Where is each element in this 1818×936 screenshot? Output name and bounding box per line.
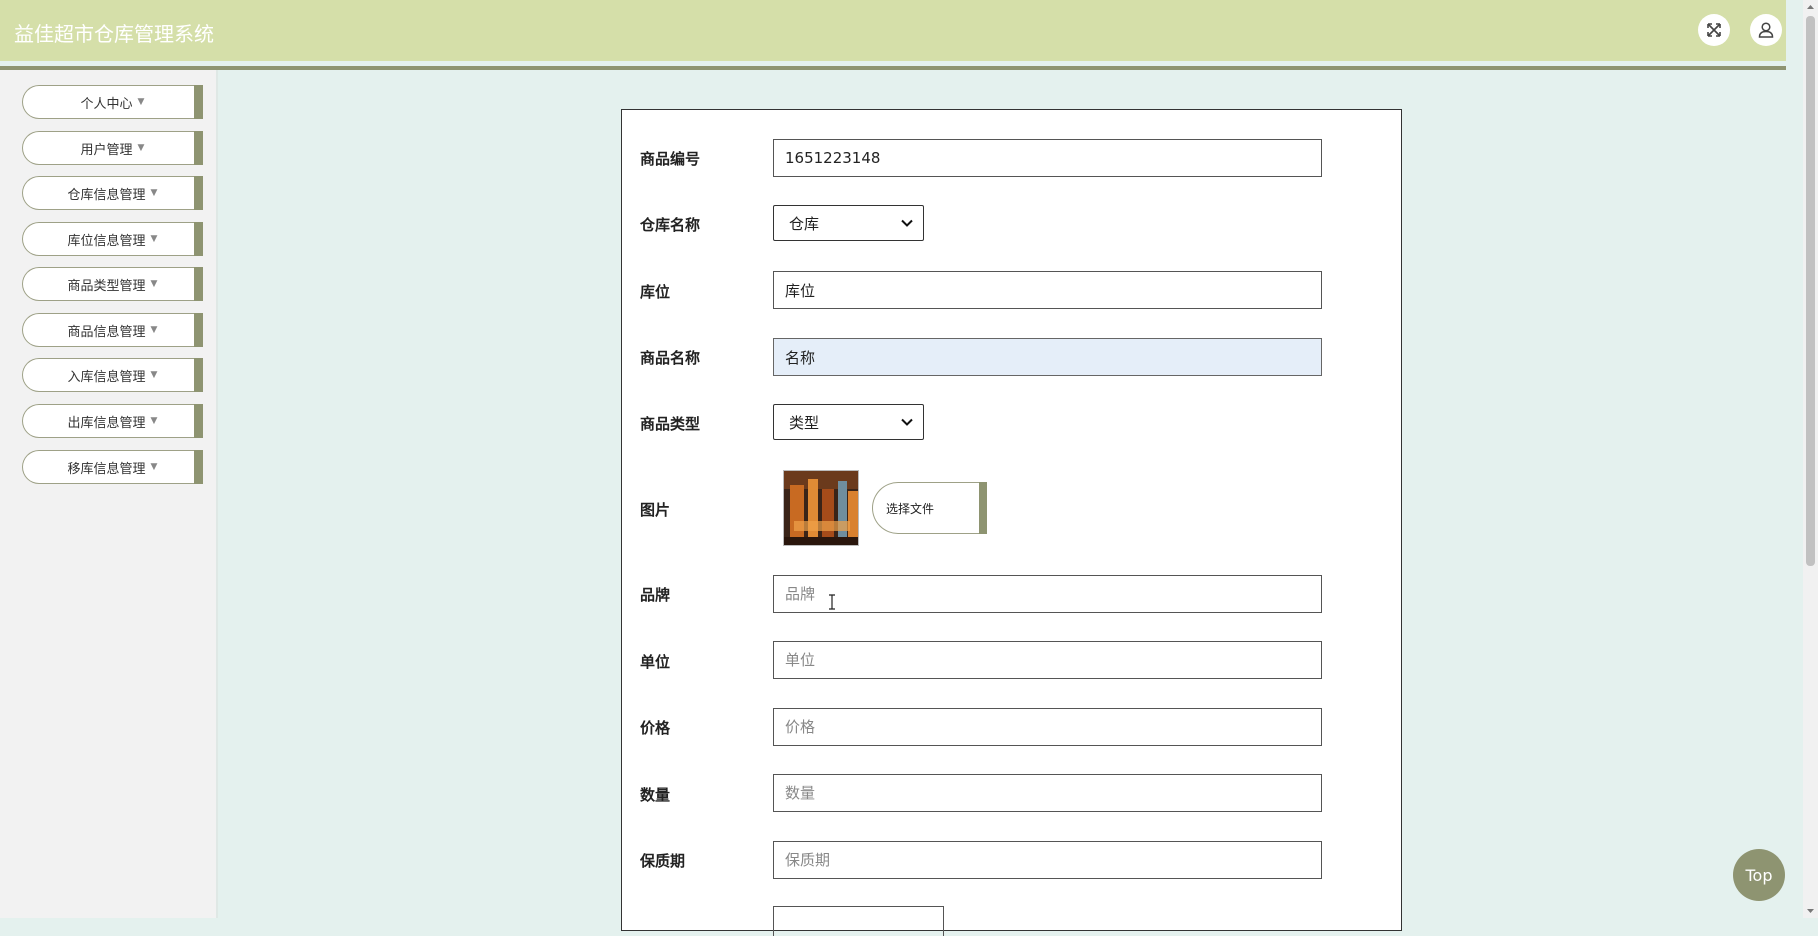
user-menu-button[interactable] (1750, 14, 1782, 46)
sidebar-item-stock-out[interactable]: 出库信息管理 ▼ (22, 404, 203, 438)
sidebar-item-label: 商品类型管理 (67, 278, 146, 294)
sidebar-item-user-management[interactable]: 用户管理 ▼ (22, 131, 203, 165)
sidebar-item-location-info[interactable]: 库位信息管理 ▼ (22, 222, 203, 256)
product-photo (784, 471, 858, 545)
chevron-down-icon: ▼ (150, 462, 158, 472)
product-image-thumbnail (783, 470, 859, 546)
brand-input[interactable] (773, 575, 1322, 613)
scroll-down-arrow-icon[interactable] (1803, 904, 1818, 918)
chevron-down-icon: ▼ (150, 188, 158, 198)
shelf-life-input[interactable] (773, 841, 1322, 879)
product-code-label: 商品编号 (640, 150, 701, 168)
sidebar-item-label: 商品信息管理 (67, 324, 146, 340)
user-icon (1758, 22, 1774, 38)
sidebar-item-stock-in[interactable]: 入库信息管理 ▼ (22, 358, 203, 392)
product-type-select-value: 类型 (789, 413, 820, 432)
quantity-label: 数量 (640, 786, 671, 804)
sidebar-item-label: 入库信息管理 (67, 369, 146, 385)
chevron-down-icon: ▼ (150, 279, 158, 289)
unit-input[interactable] (773, 641, 1322, 679)
location-label: 库位 (640, 283, 671, 301)
brand-label: 品牌 (640, 586, 671, 604)
sidebar-item-label: 用户管理 (80, 142, 133, 158)
chevron-down-icon (901, 219, 913, 227)
chevron-down-icon: ▼ (150, 234, 158, 244)
chevron-down-icon: ▼ (150, 370, 158, 380)
image-label: 图片 (640, 501, 671, 519)
product-name-input[interactable] (773, 338, 1322, 376)
chevron-down-icon (901, 418, 913, 426)
unit-label: 单位 (640, 653, 671, 671)
price-label: 价格 (640, 719, 671, 737)
choose-file-button[interactable]: 选择文件 (872, 482, 987, 534)
scroll-up-arrow-icon[interactable] (1803, 0, 1818, 14)
expand-icon (1707, 23, 1721, 37)
product-type-select[interactable]: 类型 (773, 404, 924, 440)
product-form: 商品编号 仓库名称 仓库 库位 商品名称 商品类型 类型 图片 (621, 109, 1402, 936)
warehouse-label: 仓库名称 (640, 216, 701, 234)
chevron-down-icon: ▼ (137, 97, 145, 107)
top-header: 益佳超市仓库管理系统 (0, 0, 1786, 61)
sidebar-item-stock-transfer[interactable]: 移库信息管理 ▼ (22, 450, 203, 484)
app-title: 益佳超市仓库管理系统 (14, 22, 214, 46)
chevron-down-icon: ▼ (137, 143, 145, 153)
fullscreen-button[interactable] (1698, 14, 1730, 46)
quantity-input[interactable] (773, 774, 1322, 812)
back-to-top-label: Top (1745, 865, 1773, 885)
sidebar-item-label: 出库信息管理 (67, 415, 146, 431)
product-type-label: 商品类型 (640, 415, 701, 433)
choose-file-label: 选择文件 (886, 501, 935, 516)
sidebar-item-label: 库位信息管理 (67, 233, 146, 249)
price-input[interactable] (773, 708, 1322, 746)
product-code-input[interactable] (773, 139, 1322, 177)
back-to-top-button[interactable]: Top (1733, 849, 1785, 901)
warehouse-select-value: 仓库 (789, 214, 820, 233)
sidebar: 个人中心 ▼ 用户管理 ▼ 仓库信息管理 ▼ 库位信息管理 ▼ 商品类型管理 ▼… (0, 70, 218, 918)
warehouse-select[interactable]: 仓库 (773, 205, 924, 241)
location-input[interactable] (773, 271, 1322, 309)
chevron-down-icon: ▼ (150, 325, 158, 335)
sidebar-item-warehouse-info[interactable]: 仓库信息管理 ▼ (22, 176, 203, 210)
sidebar-item-product-info[interactable]: 商品信息管理 ▼ (22, 313, 203, 347)
page-scrollbar[interactable] (1803, 0, 1818, 918)
sidebar-item-label: 个人中心 (80, 96, 133, 112)
scrollbar-thumb[interactable] (1806, 16, 1815, 566)
sidebar-item-label: 移库信息管理 (67, 461, 146, 477)
sidebar-item-label: 仓库信息管理 (67, 187, 146, 203)
text-cursor-icon (829, 594, 835, 610)
header-divider (0, 66, 1786, 70)
sidebar-item-personal-center[interactable]: 个人中心 ▼ (22, 85, 203, 119)
shelf-life-label: 保质期 (640, 852, 686, 870)
product-name-label: 商品名称 (640, 349, 701, 367)
sidebar-item-product-type[interactable]: 商品类型管理 ▼ (22, 267, 203, 301)
next-field-input[interactable] (773, 906, 944, 936)
chevron-down-icon: ▼ (150, 416, 158, 426)
